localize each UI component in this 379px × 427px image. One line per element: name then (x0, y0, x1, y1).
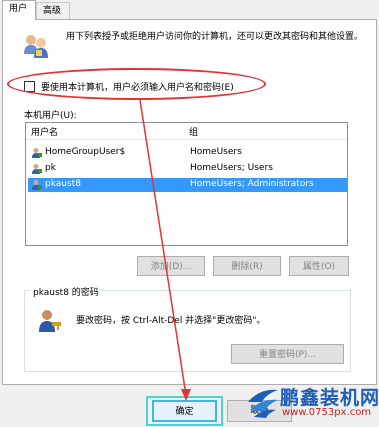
user-key-icon (39, 310, 61, 332)
row-group: HomeUsers; Administrators (190, 179, 314, 189)
listview-header: 用户名 组 (26, 123, 347, 140)
user-icon (32, 148, 42, 158)
password-group-title: pkaust8 的密码 (30, 285, 102, 298)
add-button[interactable]: 添加(D)... (137, 256, 205, 276)
row-username: pk (45, 163, 56, 173)
row-username: HomeGroupUser$ (45, 147, 126, 157)
watermark: 鹏鑫装机网 www.0753px.com (246, 380, 379, 427)
user-icon (32, 164, 42, 174)
watermark-logo-icon (248, 389, 278, 418)
column-header-username[interactable]: 用户名 (31, 125, 58, 138)
remove-button[interactable]: 删除(R) (213, 256, 281, 276)
ok-button[interactable]: 确定 (152, 400, 217, 422)
table-row[interactable]: pk HomeUsers; Users (28, 162, 347, 176)
users-listview[interactable]: 用户名 组 HomeGroupUser$ HomeUsers pk HomeUs… (25, 122, 348, 246)
users-icon (24, 35, 48, 58)
row-group: HomeUsers (190, 147, 242, 157)
table-row-selected[interactable]: pkaust8 HomeUsers; Administrators (28, 178, 347, 192)
user-icon (32, 180, 42, 190)
intro-text: 用下列表授予或拒绝用户访问你的计算机，还可以更改其密码和其他设置。 (66, 32, 364, 42)
tab-users[interactable]: 用户 (2, 0, 36, 20)
password-instructions: 要改密码，按 Ctrl-Alt-Del 并选择"更改密码"。 (76, 316, 266, 326)
row-group: HomeUsers; Users (190, 163, 273, 173)
tab-advanced[interactable]: 高级 (36, 2, 70, 19)
watermark-name: 鹏鑫装机网 (280, 387, 379, 409)
watermark-url: www.0753px.com (282, 407, 372, 418)
row-username: pkaust8 (45, 179, 81, 189)
reset-password-button[interactable]: 重置密码(P)... (231, 344, 344, 364)
highlight-oval (7, 68, 266, 100)
column-header-group[interactable]: 组 (189, 125, 198, 138)
properties-button[interactable]: 属性(O) (289, 256, 349, 276)
tab-strip: 用户 高级 (0, 0, 379, 20)
table-row[interactable]: HomeGroupUser$ HomeUsers (28, 146, 347, 160)
users-group-label: 本机用户(U): (24, 111, 77, 121)
